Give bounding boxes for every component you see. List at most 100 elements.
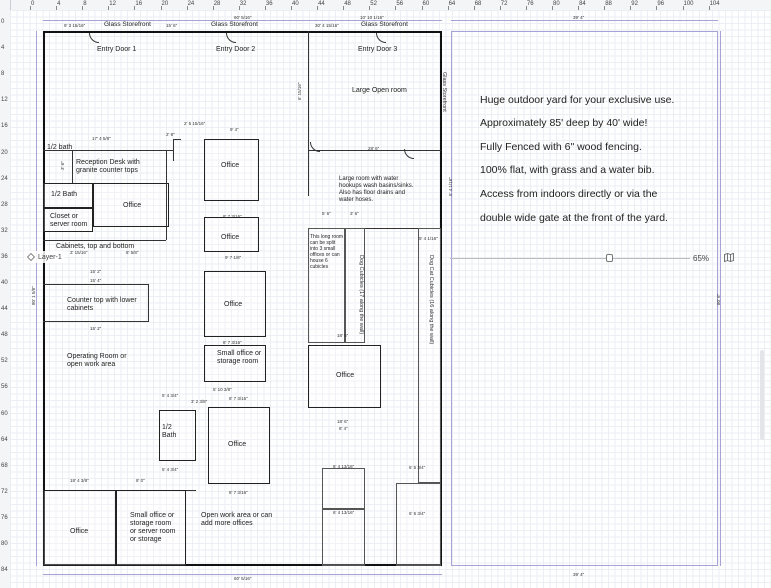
half-bath-top: 1/2 bath [47, 144, 73, 151]
ruler-top-label: 48 [344, 1, 351, 7]
dim-8-4: 8' 4" [339, 426, 348, 431]
dim-2-8: 2' 8" [166, 132, 175, 137]
storefront-dim-2: 15' 6" [166, 23, 178, 28]
top-dim-right: 39' 4" [573, 15, 585, 20]
wall-counter-top [43, 284, 149, 285]
dim-3-15: 3' 15/16" [70, 250, 88, 255]
ruler-top-label: 20 [161, 1, 169, 7]
ruler-top-label: 32 [239, 1, 247, 7]
ruler-left-label: 80 [1, 541, 8, 547]
yard-outline[interactable] [451, 31, 718, 566]
cubicles-note-2: Dog Cat Cubicles (16 along the wall) [428, 255, 434, 345]
ruler-left-label: 68 [1, 462, 8, 469]
cubicle-block-2[interactable] [322, 509, 365, 566]
large-room-water-label: Large room with water hookups wash basin… [339, 176, 414, 203]
dim-3-2: 3' 2 3/8" [191, 399, 208, 404]
ruler-left-label: 44 [1, 306, 8, 313]
yard-note-2: Approximately 85' deep by 40' wide! [480, 117, 648, 129]
dim-8-5: 8' 5/8" [126, 250, 139, 255]
half-bath-2-label: 1/2 Bath [51, 191, 78, 198]
ruler-top-label: 88 [605, 1, 612, 7]
cubicle-block-3[interactable] [396, 483, 441, 566]
ruler-top-label: 72 [500, 1, 508, 7]
office-mid-label: Office [336, 372, 355, 379]
ruler-left-label: 36 [1, 253, 8, 260]
bottom-dim: 60' 5/16" [234, 576, 252, 581]
wall-cabinets [43, 240, 166, 241]
dim-17-4: 17' 4 5/8" [92, 136, 111, 141]
zoom-slider-thumb[interactable] [606, 254, 613, 262]
counter-top-label: Counter top with lower cabinets [67, 297, 137, 312]
dim-8-7-d: 8' 7 3/16" [229, 490, 248, 495]
dim-2-5: 2' 5 15/16" [184, 121, 206, 126]
entry-door-2-label: Entry Door 2 [216, 46, 256, 53]
wall-stair-v [173, 139, 174, 161]
half-bath-3-label: 1/2 Bath [162, 424, 177, 439]
reception-label: Reception Desk with granite counter tops [76, 159, 140, 174]
left-dim: 80' 1 5/8" [31, 286, 36, 305]
vertical-scrollbar[interactable] [760, 350, 764, 440]
ruler-top-label: 80 [553, 1, 560, 7]
ruler-left-label: 8 [1, 71, 5, 78]
top-dim-right-line [451, 20, 718, 21]
yard-note-4: 100% flat, with grass and a water bib. [480, 164, 655, 176]
top-dim-outer: 60' 5/16" [234, 15, 252, 20]
yard-note-5: Access from indoors directly or via the [480, 188, 658, 200]
dim-9-4: 9' 4" [230, 127, 239, 132]
office-1-label: Office [221, 162, 240, 169]
ruler-top-label: 52 [370, 1, 377, 7]
large-open-dim: 6' 15/16" [297, 82, 302, 100]
ruler-top-label: 16 [135, 1, 143, 7]
wall-stair [173, 139, 181, 140]
ruler-left-label: 12 [1, 97, 8, 104]
closet-label: Closet or server room [50, 213, 88, 228]
dim-9-7: 9' 7 1/8" [225, 255, 242, 260]
ruler-top-label: 28 [213, 1, 221, 7]
wall-counter-v [148, 284, 149, 321]
ruler-left-label: 40 [1, 280, 8, 286]
dim-6-5-a: 6' 5 3/4" [409, 465, 426, 470]
large-open-width: 28' 6" [368, 146, 380, 151]
ruler-left-label: 72 [1, 488, 8, 495]
cubicle-block-1[interactable] [322, 468, 365, 509]
ruler-top-label: 36 [265, 1, 273, 7]
yard-note-3: Fully Fenced with 6" wood fencing. [480, 141, 642, 153]
office-lower-label: Office [228, 441, 247, 448]
ruler-top-label: 8 [83, 1, 87, 7]
small-office-bottom-label: Small office or storage room or server r… [130, 512, 176, 543]
dim-18-6: 18' 6" [337, 333, 349, 338]
layer-name: Layer-1 [38, 253, 62, 261]
ruler-left-label: 0 [1, 19, 5, 25]
ruler-left-label: 24 [1, 175, 8, 182]
dim-18-6-b: 18' 6" [337, 419, 349, 424]
side-dim: 5' 4 1/16" [448, 177, 453, 196]
wall-counter-bottom [43, 321, 149, 322]
ruler-left-label: 16 [1, 123, 8, 130]
layer-selector[interactable]: Layer-1 [24, 251, 65, 263]
storefront-label-3: Glass Storefront [361, 21, 408, 28]
wall-cabinets-v [166, 150, 167, 240]
cabinets-label: Cabinets, top and bottom [56, 243, 135, 250]
ruler-left-label: 28 [1, 201, 8, 208]
ruler-top-label: 0 [31, 1, 35, 7]
ruler-left-label: 60 [1, 410, 8, 417]
map-icon[interactable] [724, 253, 734, 262]
dim-8-7-c: 8' 7 3/16" [229, 396, 248, 401]
ruler-top-label: 68 [474, 1, 482, 7]
office-1-room[interactable] [204, 139, 259, 201]
zoom-slider-track[interactable] [450, 258, 690, 259]
dim-5-6: 5' 6" [322, 211, 331, 216]
storefront-label-2: Glass Storefront [211, 21, 258, 28]
ruler-top-label: 64 [448, 1, 456, 7]
ruler-top-label: 4 [57, 1, 61, 7]
ruler-top-label: 40 [292, 1, 299, 7]
ruler-left-label: 4 [1, 45, 5, 52]
ruler-top-label: 56 [396, 1, 404, 7]
bottom-dim-line [43, 574, 442, 575]
right-dim: 80' 6" [716, 293, 721, 305]
long-room-note: This long room can be split into 3 small… [310, 234, 344, 270]
office-bottom-label: Office [70, 528, 89, 535]
office-left-label: Office [123, 202, 142, 209]
dim-6-4-b: 6' 4 13/16" [333, 510, 355, 515]
left-dim-line [36, 31, 37, 566]
